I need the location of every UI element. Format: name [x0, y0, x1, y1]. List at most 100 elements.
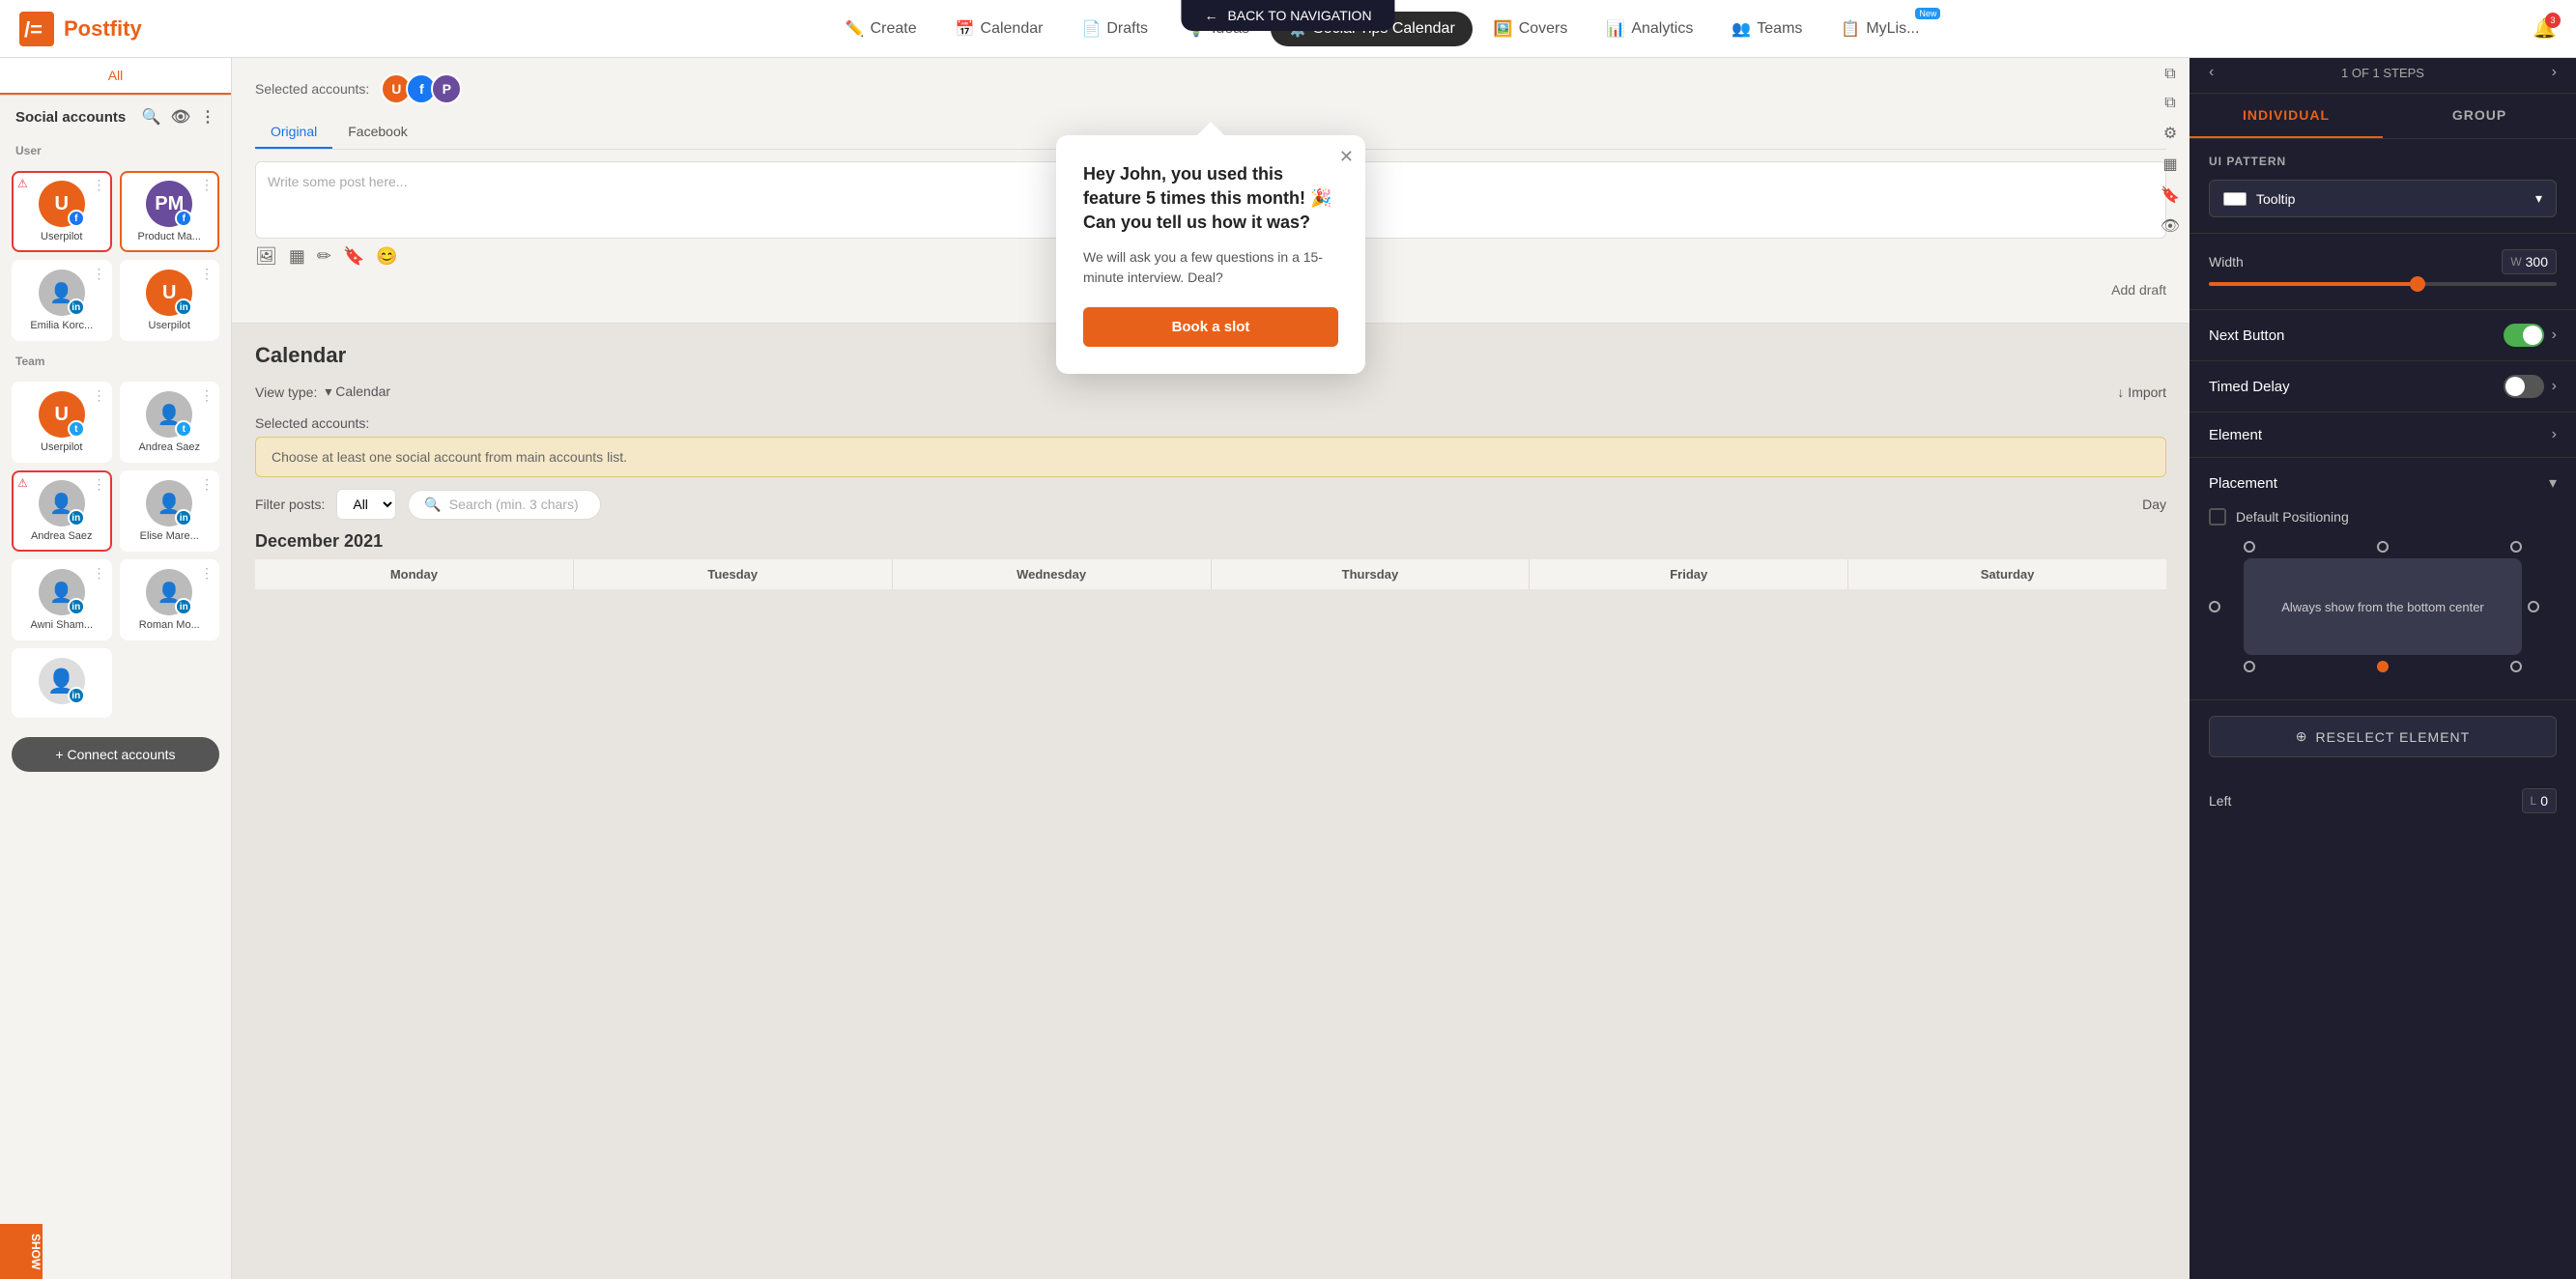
account-card-andrea-tw[interactable]: ⋮ 👤 t Andrea Saez — [120, 382, 220, 463]
emoji-icon[interactable]: 😊 — [376, 246, 397, 267]
nav-item-teams[interactable]: 👥 Teams — [1714, 12, 1819, 46]
account-card-userpilot[interactable]: ⚠ ⋮ U f Userpilot — [12, 171, 112, 252]
eye-icon[interactable]: 👁 — [171, 107, 190, 127]
pos-dot-bot-center[interactable] — [2377, 661, 2389, 672]
filter-select[interactable]: All — [336, 489, 396, 520]
account-card-awni[interactable]: ⋮ 👤 in Awni Sham... — [12, 559, 112, 640]
account-card-andrea-li[interactable]: ⚠ ⋮ 👤 in Andrea Saez — [12, 470, 112, 552]
width-slider-thumb[interactable] — [2410, 276, 2425, 292]
account-name: Userpilot — [21, 231, 102, 242]
account-menu[interactable]: ⋮ — [200, 565, 214, 582]
image-icon[interactable]: 🖼 — [255, 246, 277, 267]
tab-all[interactable]: All — [0, 58, 231, 95]
logo-area: /= Postfity — [0, 12, 232, 46]
account-avatar: 👤 in — [39, 569, 85, 615]
connect-accounts-button[interactable]: + Connect accounts — [12, 737, 219, 772]
nav-item-analytics[interactable]: 📊 Analytics — [1589, 12, 1710, 46]
left-input[interactable]: L 0 — [2522, 788, 2557, 813]
nav-item-mylis[interactable]: 📋 MyLis... New — [1823, 12, 1936, 46]
nav-right: 🔔 3 — [2533, 16, 2576, 41]
prev-step-arrow[interactable]: ‹ — [2209, 64, 2214, 81]
nav-item-calendar[interactable]: 📅 Calendar — [938, 12, 1061, 46]
account-name: Emilia Korc... — [21, 320, 102, 331]
reselect-element-button[interactable]: ⊕ RESELECT ELEMENT — [2209, 716, 2557, 757]
timed-delay-toggle[interactable] — [2504, 375, 2544, 398]
width-input[interactable]: W 300 — [2502, 249, 2557, 274]
account-card-elise[interactable]: ⋮ 👤 in Elise Mare... — [120, 470, 220, 552]
account-menu[interactable]: ⋮ — [93, 387, 106, 404]
view-type-select[interactable]: ▾ Calendar — [325, 384, 390, 400]
search-icon[interactable]: 🔍 — [142, 107, 161, 127]
tab-facebook[interactable]: Facebook — [332, 116, 422, 149]
grid-icon[interactable]: ▦ — [2162, 155, 2177, 174]
timed-delay-chevron[interactable]: › — [2552, 378, 2557, 395]
tooltip-cta-button[interactable]: Book a slot — [1083, 307, 1338, 347]
accounts-filter: Selected accounts: Choose at least one s… — [255, 415, 2166, 477]
eye2-icon[interactable]: 👁 — [2161, 216, 2180, 236]
account-card-more[interactable]: 👤 in — [12, 648, 112, 718]
steps-label: 1 OF 1 STEPS — [2341, 66, 2424, 80]
next-button-chevron[interactable]: › — [2552, 327, 2557, 344]
view-type-row: View type: ▾ Calendar ↓ Import — [255, 384, 2166, 400]
account-card-userpilot-li[interactable]: ⋮ U in Userpilot — [120, 260, 220, 341]
next-button-toggle[interactable] — [2504, 324, 2544, 347]
account-card-roman[interactable]: ⋮ 👤 in Roman Mo... — [120, 559, 220, 640]
account-avatar: 👤 in — [146, 569, 192, 615]
pos-dot-top-right[interactable] — [2510, 541, 2522, 553]
pencil-icon[interactable]: ✏ — [317, 246, 331, 267]
notification-bell[interactable]: 🔔 3 — [2533, 16, 2557, 41]
tab-group[interactable]: GROUP — [2383, 94, 2576, 138]
account-menu[interactable]: ⋮ — [200, 266, 214, 282]
show-button[interactable]: SHOW — [0, 1224, 43, 1279]
tooltip-modal: ✕ Hey John, you used this feature 5 time… — [1056, 135, 1365, 374]
bookmark2-icon[interactable]: 🔖 — [343, 246, 364, 267]
pos-dot-top-center[interactable] — [2377, 541, 2389, 553]
account-menu[interactable]: ⋮ — [93, 565, 106, 582]
nav-item-drafts[interactable]: 📄 Drafts — [1064, 12, 1165, 46]
account-menu[interactable]: ⋮ — [93, 476, 106, 493]
pos-dot-bot-left[interactable] — [2244, 661, 2255, 672]
import-button[interactable]: ↓ Import — [2117, 384, 2166, 400]
social-badge: in — [68, 598, 85, 615]
search-input-calendar[interactable]: 🔍 Search (min. 3 chars) — [408, 490, 601, 520]
right-panel: Tooltip Settings ⊟ ✕ ‹ 1 OF 1 STEPS › IN… — [2190, 0, 2576, 1279]
width-slider[interactable] — [2209, 282, 2557, 286]
pos-dot-bot-right[interactable] — [2510, 661, 2522, 672]
next-step-arrow[interactable]: › — [2552, 64, 2557, 81]
account-card-product-ma[interactable]: ⋮ PM f Product Ma... — [120, 171, 220, 252]
account-menu[interactable]: ⋮ — [93, 177, 106, 193]
sel-avatar-3: P — [431, 73, 462, 104]
placement-chevron[interactable]: ▾ — [2549, 473, 2557, 493]
ui-pattern-select[interactable]: Tooltip ▾ — [2209, 180, 2557, 217]
tab-individual[interactable]: INDIVIDUAL — [2190, 94, 2383, 138]
nav-item-create[interactable]: ✏️ Create — [828, 12, 934, 46]
account-avatar: 👤 in — [39, 480, 85, 526]
tab-original[interactable]: Original — [255, 116, 332, 149]
ui-pattern-section: UI PATTERN Tooltip ▾ — [2190, 139, 2576, 234]
account-menu[interactable]: ⋮ — [200, 476, 214, 493]
tooltip-close-button[interactable]: ✕ — [1339, 147, 1354, 167]
settings-icon[interactable]: ⚙ — [2163, 124, 2177, 143]
pos-dot-mid-right[interactable] — [2528, 601, 2539, 612]
social-badge: in — [175, 598, 192, 615]
back-bar[interactable]: ← BACK TO NAVIGATION — [1181, 0, 1394, 31]
pos-dot-mid-left[interactable] — [2209, 601, 2220, 612]
element-row[interactable]: Element › — [2190, 412, 2576, 458]
bookmark-icon[interactable]: 🔖 — [2161, 185, 2180, 205]
account-menu[interactable]: ⋮ — [200, 177, 214, 193]
pos-dot-top-left-inner[interactable] — [2244, 541, 2255, 553]
more-icon[interactable]: ⋮ — [200, 107, 215, 127]
copy-icon[interactable]: ⧉ — [2164, 66, 2175, 83]
account-card-emilia[interactable]: ⋮ 👤 in Emilia Korc... — [12, 260, 112, 341]
account-avatar: U t — [39, 391, 85, 438]
day-view-button[interactable]: Day — [2142, 497, 2166, 512]
default-positioning-checkbox[interactable] — [2209, 508, 2226, 526]
account-menu[interactable]: ⋮ — [93, 266, 106, 282]
account-grid-team: ⋮ U t Userpilot ⋮ 👤 t Andrea Saez ⚠ ⋮ 👤 … — [0, 374, 231, 725]
duplicate-icon[interactable]: ⧉ — [2164, 95, 2175, 112]
grid2-icon[interactable]: ▦ — [289, 246, 305, 267]
account-menu[interactable]: ⋮ — [200, 387, 214, 404]
nav-item-covers[interactable]: 🖼️ Covers — [1476, 12, 1586, 46]
logo-icon: /= — [19, 12, 54, 46]
account-card-userpilot-tw[interactable]: ⋮ U t Userpilot — [12, 382, 112, 463]
